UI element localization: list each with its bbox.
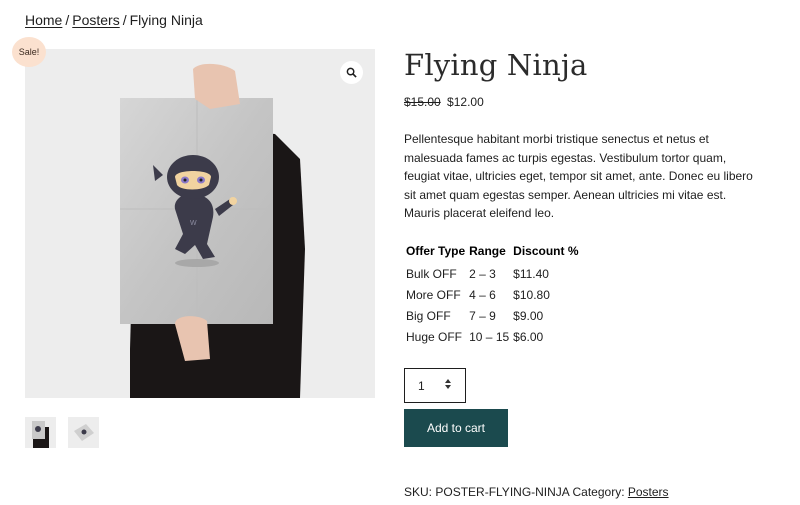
thumbnail-photo: [32, 421, 49, 448]
discount-cell: $9.00: [513, 308, 544, 323]
product-summary: Flying Ninja $15.00 $12.00 Pellentesque …: [404, 48, 764, 348]
arrow-down-icon[interactable]: [445, 385, 451, 389]
product-meta: SKU: POSTER-FLYING-NINJA Category: Poste…: [404, 485, 669, 499]
thumbnail-photo: [74, 424, 94, 441]
svg-text:W: W: [190, 220, 197, 227]
breadcrumb-category-link[interactable]: Posters: [72, 12, 119, 28]
quantity-stepper[interactable]: 1: [404, 368, 466, 403]
quantity-value: 1: [418, 378, 425, 393]
thumbnail-image-1[interactable]: [25, 417, 56, 448]
range-cell: 4 – 6: [469, 287, 496, 302]
table-row: Bulk OFF 2 – 3 $11.40: [404, 264, 581, 285]
column-header-range: Range: [469, 243, 506, 258]
range-cell: 10 – 15: [469, 329, 510, 344]
discount-cell: $11.40: [513, 266, 549, 281]
sku-label: SKU:: [404, 485, 433, 499]
sale-price: $12.00: [447, 95, 484, 109]
discount-cell: $6.00: [513, 329, 544, 344]
breadcrumb-separator: /: [122, 12, 127, 28]
discount-cell: $10.80: [513, 287, 550, 302]
product-image[interactable]: W: [25, 49, 375, 398]
breadcrumb-separator: /: [65, 12, 70, 28]
add-to-cart-button[interactable]: Add to cart: [404, 409, 508, 447]
sale-badge: Sale!: [12, 37, 46, 67]
bulk-discount-table: Offer Type Range Discount % Bulk OFF 2 –…: [404, 242, 581, 348]
magnifier-icon: [346, 67, 357, 78]
category-label: Category:: [572, 485, 625, 499]
offer-type-cell: Big OFF: [406, 308, 451, 323]
breadcrumb-home-link[interactable]: Home: [25, 12, 62, 28]
breadcrumb-current: Flying Ninja: [129, 12, 203, 28]
thumbnail-image-2[interactable]: [68, 417, 99, 448]
product-title: Flying Ninja: [404, 48, 588, 82]
product-price: $15.00 $12.00: [404, 95, 764, 109]
product-description: Pellentesque habitant morbi tristique se…: [404, 132, 753, 220]
product-photo: W: [120, 63, 305, 398]
table-row: Big OFF 7 – 9 $9.00: [404, 306, 581, 327]
range-cell: 2 – 3: [469, 266, 496, 281]
offer-type-cell: Huge OFF: [406, 329, 463, 344]
column-header-offer-type: Offer Type: [406, 243, 466, 258]
range-cell: 7 – 9: [469, 308, 496, 323]
category-link[interactable]: Posters: [628, 485, 669, 499]
table-row: More OFF 4 – 6 $10.80: [404, 285, 581, 306]
spin-arrows-icon[interactable]: [445, 379, 451, 389]
thumbnail-strip: [25, 417, 99, 448]
offer-type-cell: More OFF: [406, 287, 461, 302]
breadcrumb: Home / Posters / Flying Ninja: [25, 12, 203, 28]
zoom-button[interactable]: [340, 61, 363, 84]
arrow-up-icon[interactable]: [445, 379, 451, 383]
regular-price: $15.00: [404, 95, 441, 109]
table-row: Huge OFF 10 – 15 $6.00: [404, 327, 581, 348]
table-header-row: Offer Type Range Discount %: [404, 242, 581, 264]
offer-type-cell: Bulk OFF: [406, 266, 457, 281]
column-header-discount: Discount %: [513, 243, 579, 258]
sku-value: POSTER-FLYING-NINJA: [435, 485, 570, 499]
